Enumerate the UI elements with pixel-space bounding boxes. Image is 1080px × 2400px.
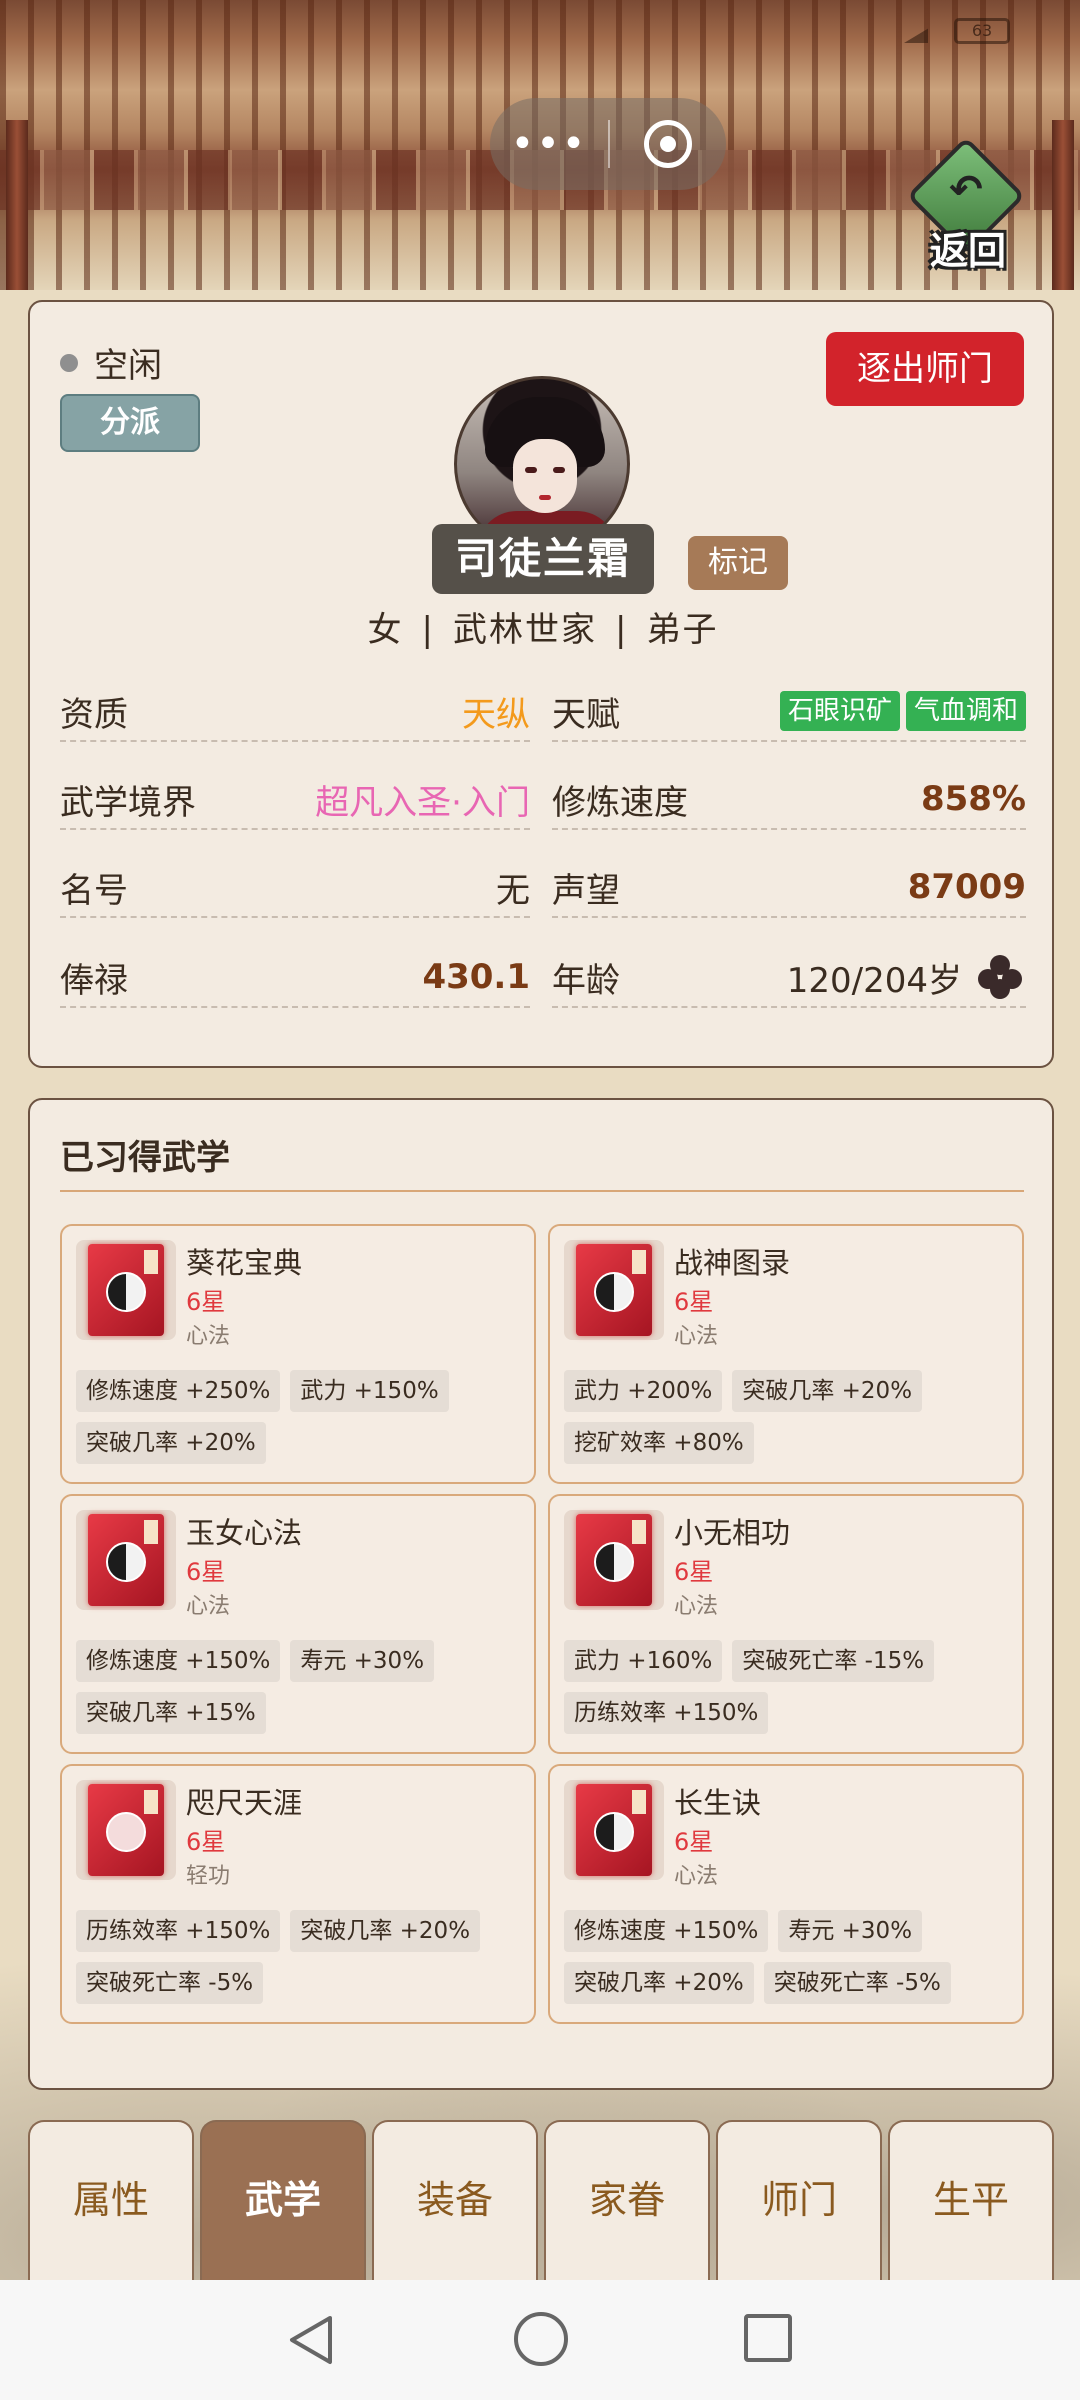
status-bar-right: 63 (904, 18, 1010, 44)
attr-speed: 修炼速度 858% (552, 770, 1026, 830)
skills-title-divider (60, 1190, 1024, 1192)
status-bar: 63 (0, 0, 1080, 60)
signal-icon (904, 19, 944, 43)
skill-bonus: 修炼速度 +150% (564, 1910, 769, 1952)
tab-family[interactable]: 家眷 (544, 2120, 710, 2280)
skill-bonus: 突破几率 +20% (76, 1422, 266, 1464)
skill-stars: 6星 (186, 1558, 226, 1586)
skill-card[interactable]: 战神图录 6星 心法 武力 +200% 突破几率 +20% 挖矿效率 +80% (548, 1224, 1024, 1484)
skill-name: 小无相功 (674, 1516, 791, 1550)
skill-stars: 6星 (674, 1288, 714, 1316)
skill-bonus: 突破几率 +20% (290, 1910, 481, 1952)
skill-bonus: 突破几率 +20% (564, 1962, 754, 2004)
skill-card[interactable]: 长生诀 6星 心法 修炼速度 +150% 寿元 +30% 突破几率 +20% 突… (548, 1764, 1024, 2024)
more-button[interactable]: ••• (490, 124, 608, 164)
tab-biography[interactable]: 生平 (888, 2120, 1054, 2280)
tab-sect[interactable]: 师门 (716, 2120, 882, 2280)
return-label: 返回 (929, 229, 1006, 273)
skill-bonus: 突破死亡率 -5% (763, 1962, 951, 2004)
skill-bonus: 历练效率 +150% (76, 1910, 281, 1952)
skill-card[interactable]: 咫尺天涯 6星 轻功 历练效率 +150% 突破几率 +20% 突破死亡率 -5… (60, 1764, 536, 2024)
skill-bonus: 突破几率 +20% (732, 1370, 923, 1412)
skill-bonus: 武力 +200% (564, 1370, 723, 1412)
skill-type: 心法 (674, 1324, 719, 1349)
system-navigation-bar (0, 2280, 1080, 2400)
mark-button[interactable]: 标记 (688, 536, 788, 590)
skill-bonus: 突破死亡率 -15% (732, 1640, 935, 1682)
attr-age: 年龄 120/204岁 (552, 948, 1026, 1008)
battery-icon: 63 (954, 18, 1010, 44)
skill-name: 战神图录 (674, 1246, 791, 1280)
skill-bonus: 武力 +160% (564, 1640, 723, 1682)
attr-aptitude: 资质 天纵 (60, 682, 530, 742)
skill-book-icon (76, 1240, 176, 1340)
rank: 弟子 (646, 610, 719, 650)
skill-card[interactable]: 葵花宝典 6星 心法 修炼速度 +250% 武力 +150% 突破几率 +20% (60, 1224, 536, 1484)
skill-bonus: 修炼速度 +250% (76, 1370, 281, 1412)
talent-badge[interactable]: 气血调和 (905, 691, 1026, 731)
skill-type: 心法 (186, 1324, 231, 1349)
tab-equipment[interactable]: 装备 (372, 2120, 538, 2280)
skill-book-icon (76, 1780, 176, 1880)
status-dot-icon (60, 353, 78, 372)
skill-stars: 6星 (186, 1288, 226, 1316)
skill-type: 心法 (674, 1594, 719, 1619)
close-miniprogram-button[interactable] (610, 120, 726, 168)
attr-fame: 声望 87009 (552, 858, 1026, 918)
skill-book-icon (564, 1780, 664, 1880)
home-icon[interactable] (514, 2312, 568, 2366)
talent-badge[interactable]: 石眼识矿 (779, 691, 900, 731)
skills-panel: 已习得武学 葵花宝典 6星 心法 修炼速度 +250% 武力 +150% 突破几… (28, 1098, 1054, 2090)
back-icon[interactable] (286, 2314, 336, 2366)
flower-icon[interactable] (976, 955, 1026, 999)
identity-line: 女 | 武林世家 | 弟子 (367, 610, 719, 650)
skill-stars: 6星 (674, 1558, 714, 1586)
attr-title: 名号 无 (60, 858, 530, 918)
skill-stars: 6星 (674, 1828, 714, 1856)
character-info-panel: 空闲 分派 逐出师门 司徒兰霜 标记 女 | 武林世家 | 弟子 资质 天纵 天赋 石眼… (28, 300, 1054, 1068)
attr-realm: 武学境界 超凡入圣·入门 (60, 770, 530, 830)
skill-bonus: 挖矿效率 +80% (564, 1422, 754, 1464)
skill-bonus: 武力 +150% (290, 1370, 449, 1412)
skills-title: 已习得武学 (60, 1138, 230, 1178)
skill-name: 玉女心法 (186, 1516, 303, 1550)
skill-card[interactable]: 玉女心法 6星 心法 修炼速度 +150% 寿元 +30% 突破几率 +15% (60, 1494, 536, 1754)
skill-book-icon (564, 1510, 664, 1610)
tab-attributes[interactable]: 属性 (28, 2120, 194, 2280)
skill-book-icon (564, 1240, 664, 1340)
gender: 女 (367, 610, 404, 650)
recent-apps-icon[interactable] (744, 2314, 792, 2362)
skill-bonus: 突破死亡率 -5% (76, 1962, 264, 2004)
status-text: 空闲 (94, 346, 162, 386)
skill-bonus: 历练效率 +150% (564, 1692, 769, 1734)
target-icon (644, 120, 692, 168)
skill-bonus: 修炼速度 +150% (76, 1640, 281, 1682)
attr-talent: 天赋 石眼识矿 气血调和 (552, 682, 1026, 742)
attr-salary: 俸禄 430.1 (60, 948, 530, 1008)
bottom-tabs: 属性 武学 装备 家眷 师门 生平 (28, 2120, 1054, 2280)
status-indicator: 空闲 (60, 338, 162, 387)
skill-type: 轻功 (186, 1864, 231, 1889)
return-button[interactable]: ↶ 返回 (906, 136, 1026, 274)
tab-martial-arts[interactable]: 武学 (200, 2120, 366, 2280)
skill-card[interactable]: 小无相功 6星 心法 武力 +160% 突破死亡率 -15% 历练效率 +150… (548, 1494, 1024, 1754)
background-pillar-left (6, 120, 28, 290)
skill-type: 心法 (674, 1864, 719, 1889)
background-pillar-right (1052, 120, 1074, 290)
mini-program-capsule: ••• (490, 98, 726, 190)
faction-button[interactable]: 分派 (60, 394, 200, 452)
skill-book-icon (76, 1510, 176, 1610)
family: 武林世家 (453, 610, 597, 650)
expel-button[interactable]: 逐出师门 (826, 332, 1024, 406)
skill-name: 葵花宝典 (186, 1246, 303, 1280)
skill-bonus: 寿元 +30% (290, 1640, 435, 1682)
skill-stars: 6星 (186, 1828, 226, 1856)
skill-type: 心法 (186, 1594, 231, 1619)
skill-bonus: 寿元 +30% (778, 1910, 923, 1952)
skill-name: 长生诀 (674, 1786, 762, 1820)
skill-bonus: 突破几率 +15% (76, 1692, 266, 1734)
skill-name: 咫尺天涯 (186, 1786, 303, 1820)
return-arrow-icon: ↶ (949, 167, 983, 213)
character-name: 司徒兰霜 (432, 524, 654, 594)
